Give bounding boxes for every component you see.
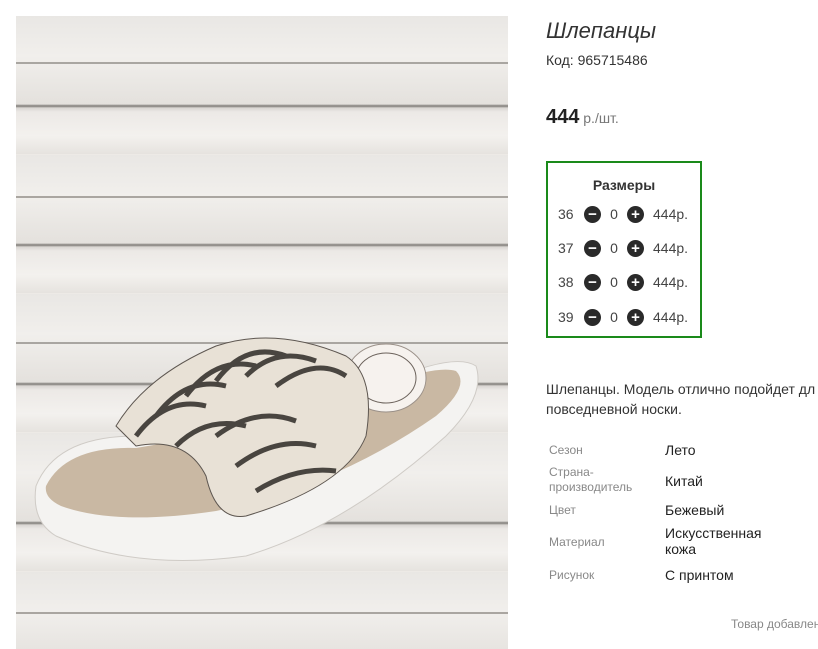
property-label: Материал	[549, 535, 605, 549]
property-label: Страна-производитель	[549, 465, 633, 494]
plus-circle-icon[interactable]: +	[627, 205, 644, 223]
slipper-illustration	[34, 337, 479, 561]
size-row: 36 − 0 + 444р.	[558, 203, 688, 225]
size-label: 38	[558, 274, 574, 290]
minus-circle-icon[interactable]: −	[584, 308, 601, 326]
price-unit: р./шт.	[579, 110, 619, 126]
size-label: 39	[558, 309, 574, 325]
property-value: Искусственная кожа	[665, 525, 762, 557]
property-value: Бежевый	[665, 502, 725, 518]
minus-circle-icon[interactable]: −	[584, 205, 601, 223]
plus-circle-icon[interactable]: +	[627, 239, 644, 257]
sizes-title: Размеры	[592, 177, 656, 193]
size-label: 36	[558, 206, 574, 222]
property-value: С принтом	[665, 567, 734, 583]
minus-circle-icon[interactable]: −	[584, 273, 601, 291]
plus-circle-icon[interactable]: +	[627, 308, 644, 326]
size-label: 37	[558, 240, 574, 256]
product-title: Шлепанцы	[546, 18, 657, 43]
size-price: 444р.	[653, 240, 689, 256]
quantity-value[interactable]: 0	[601, 206, 627, 222]
size-row: 38 − 0 + 444р.	[558, 271, 688, 293]
property-label: Рисунок	[549, 568, 595, 582]
description-line: повседневной носки.	[546, 401, 682, 417]
footer-note: Товар добавлен	[731, 617, 818, 631]
sizes-panel: Размеры 36 − 0 + 444р. 37 − 0 + 444р. 38…	[546, 161, 702, 338]
quantity-value[interactable]: 0	[601, 274, 627, 290]
size-row: 39 − 0 + 444р.	[558, 306, 688, 328]
property-label: Сезон	[549, 443, 583, 457]
size-price: 444р.	[653, 309, 689, 325]
property-label: Цвет	[549, 503, 576, 517]
product-code: Код: 965715486	[546, 52, 648, 68]
product-description: Шлепанцы. Модель отлично подойдет дл пов…	[546, 379, 818, 419]
quantity-value[interactable]: 0	[601, 240, 627, 256]
size-price: 444р.	[653, 274, 689, 290]
description-line: Шлепанцы. Модель отлично подойдет дл	[546, 381, 816, 397]
size-price: 444р.	[653, 206, 689, 222]
minus-circle-icon[interactable]: −	[584, 239, 601, 257]
price-amount: 444	[546, 106, 580, 128]
plus-circle-icon[interactable]: +	[627, 273, 644, 291]
size-row: 37 − 0 + 444р.	[558, 237, 688, 259]
product-price: 444 р./шт.	[546, 106, 619, 129]
property-value: Китай	[665, 473, 703, 489]
quantity-value[interactable]: 0	[601, 309, 627, 325]
product-image[interactable]	[16, 16, 508, 649]
property-value: Лето	[665, 442, 696, 458]
